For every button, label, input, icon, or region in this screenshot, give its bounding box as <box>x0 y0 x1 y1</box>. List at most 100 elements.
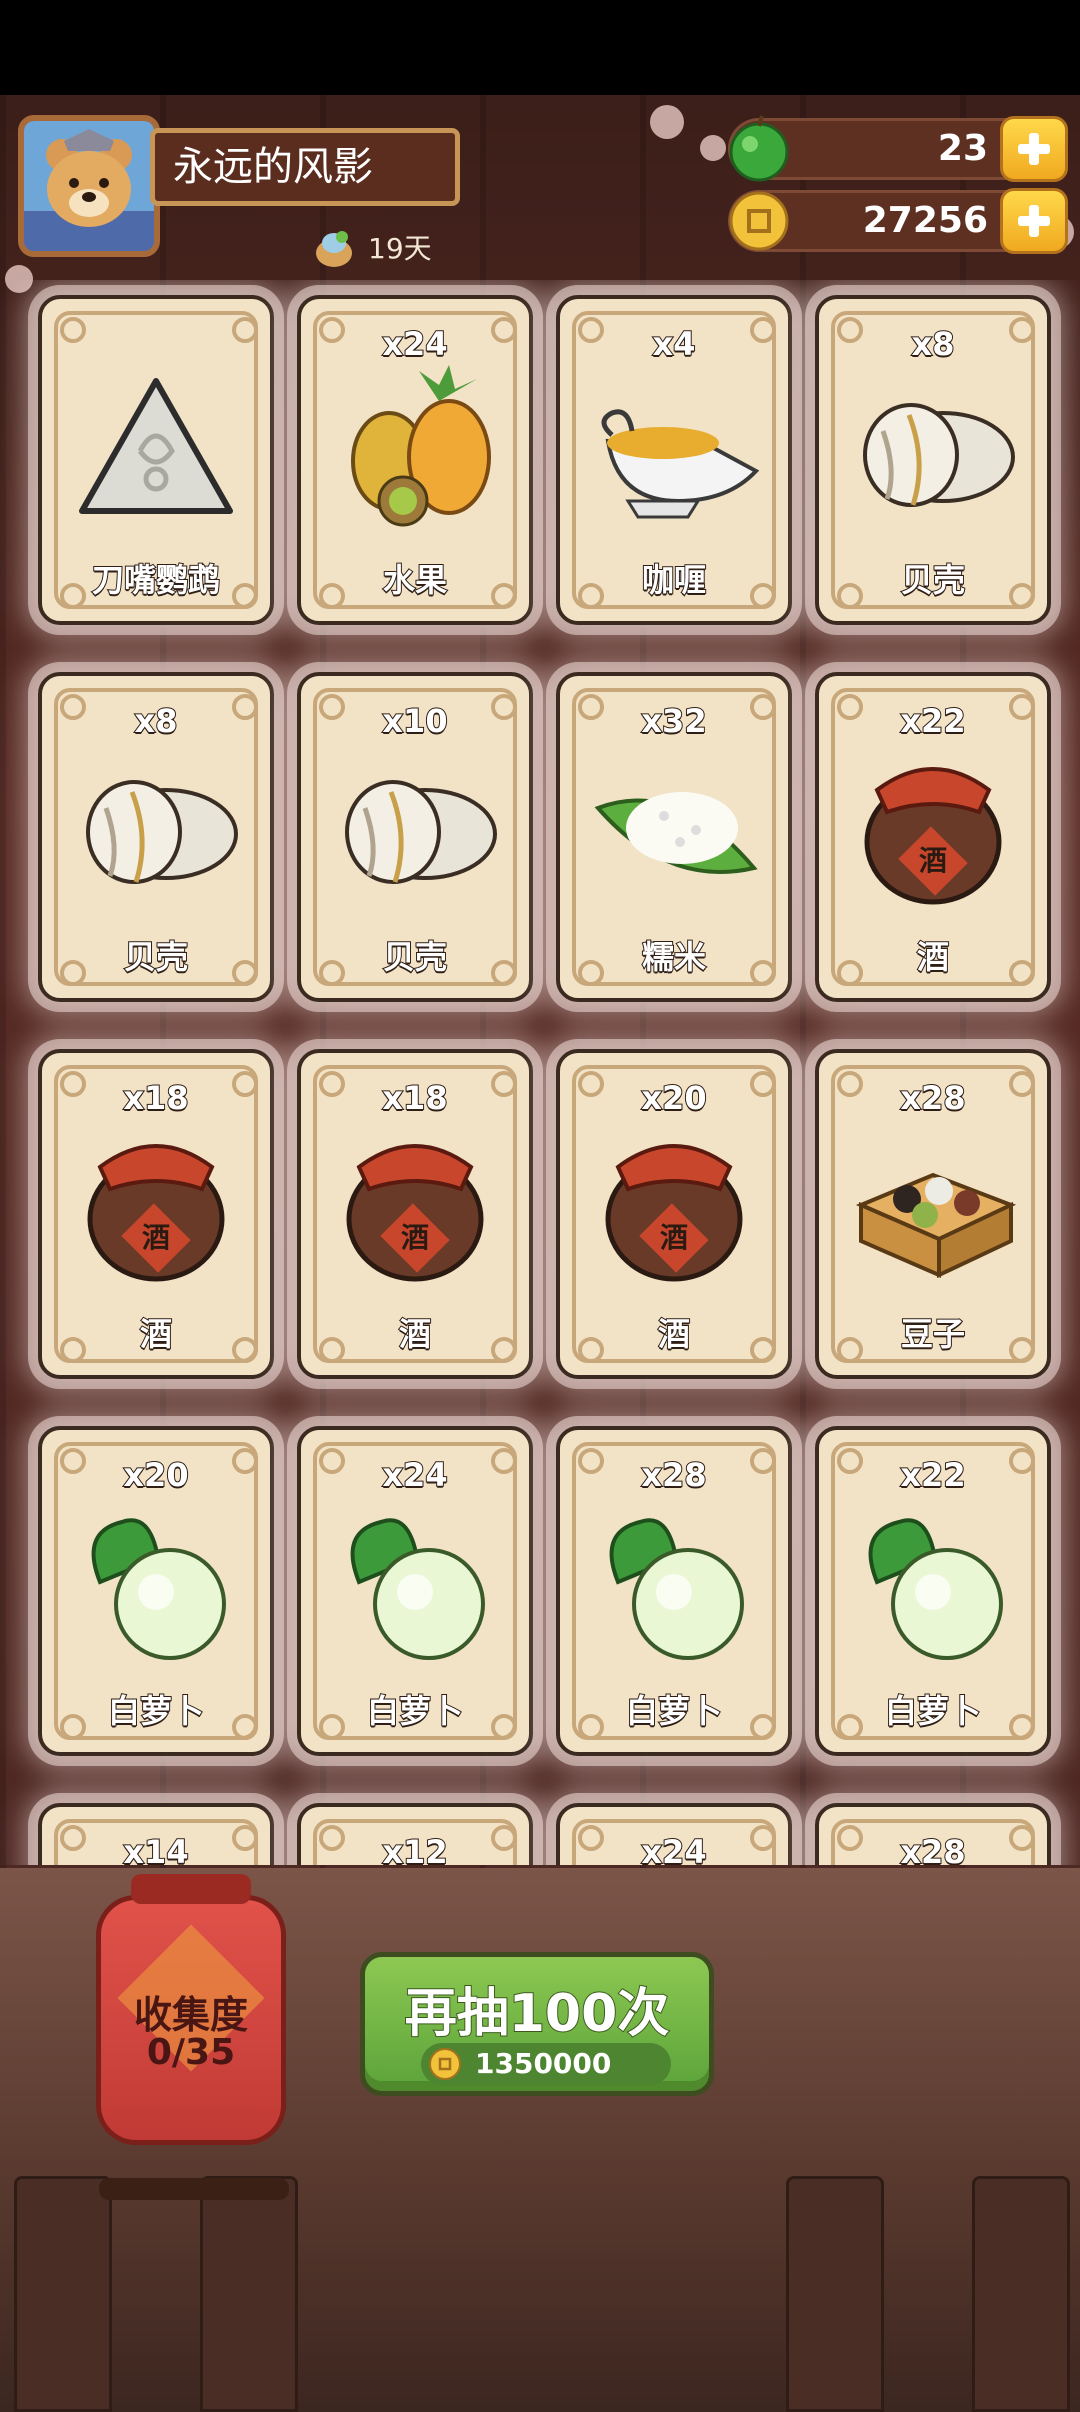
reward-card[interactable]: x4 咖喱 <box>556 295 792 625</box>
clam-shell-icon <box>863 403 1015 507</box>
draw-cost: 1350000 <box>421 2043 671 2085</box>
silver-shell-triangle-icon <box>79 378 233 514</box>
bean-box-icon <box>855 1172 1017 1279</box>
collection-progress: 0/35 <box>146 2032 236 2073</box>
apple-resource: 23 <box>728 115 1068 182</box>
card-count: x24 <box>381 1455 448 1495</box>
wine-jar-icon: 酒 <box>605 1144 743 1282</box>
card-count: x18 <box>122 1078 189 1118</box>
days-text: 19天 <box>368 232 432 265</box>
green-apple-icon <box>729 115 789 182</box>
lantern-cap <box>131 1874 251 1904</box>
card-label: 白萝卜 <box>366 1691 464 1731</box>
collection-title: 收集度 <box>133 1993 248 2037</box>
reward-card[interactable]: 酒 x20 酒 <box>556 1049 792 1379</box>
card-label: 酒 <box>398 1314 432 1354</box>
fence-post <box>200 2176 298 2412</box>
card-label: 白萝卜 <box>625 1691 723 1731</box>
card-count: x22 <box>899 701 966 741</box>
plus-icon <box>1018 205 1050 237</box>
card-count: x18 <box>381 1078 448 1118</box>
reward-card[interactable]: x20 白萝卜 <box>38 1426 274 1756</box>
clam-shell-icon <box>345 780 497 884</box>
player-avatar[interactable] <box>18 115 160 257</box>
card-corner-ornament <box>60 317 86 343</box>
coin-resource: 27256 <box>728 188 1068 254</box>
white-radish-icon <box>868 1518 1003 1660</box>
player-name-plate: 永远的风影 <box>150 128 460 206</box>
white-radish-icon <box>91 1518 226 1660</box>
gold-coin-icon <box>729 191 789 251</box>
card-count: x32 <box>640 701 707 741</box>
card-count: x20 <box>640 1078 707 1118</box>
days-counter: 19天 <box>312 225 432 269</box>
card-label: 水果 <box>382 560 448 600</box>
reward-card[interactable]: 酒 x22 酒 <box>815 672 1051 1002</box>
card-label: 酒 <box>657 1314 691 1354</box>
card-label: 酒 <box>139 1314 173 1354</box>
card-count: x24 <box>381 324 448 364</box>
reward-card-grid: 刀嘴鹦鹉 x24 水果 x4 咖喱 x8 贝壳 x8 贝壳 x10 贝壳 x32 糯米酒 x22 酒酒 x18… <box>0 280 1080 1865</box>
rice-leaf-icon <box>594 792 758 874</box>
card-count: x24 <box>640 1832 707 1865</box>
reward-card[interactable]: 刀嘴鹦鹉 <box>38 295 274 625</box>
draw-again-label: 再抽100次 <box>404 1983 671 2045</box>
reward-card[interactable]: x22 白萝卜 <box>815 1426 1051 1756</box>
blossom-decoration <box>700 135 726 161</box>
reward-card[interactable]: x14 <box>38 1803 274 1865</box>
svg-text:酒: 酒 <box>142 1221 170 1254</box>
fence-post <box>14 2176 112 2412</box>
collection-lantern[interactable]: 收集度 0/35 <box>96 1874 289 2200</box>
svg-text:酒: 酒 <box>401 1221 429 1254</box>
wine-jar-icon: 酒 <box>346 1144 484 1282</box>
reward-card[interactable]: x12 <box>297 1803 533 1865</box>
reward-card[interactable]: 酒 x18 酒 <box>297 1049 533 1379</box>
blossom-decoration <box>650 105 684 139</box>
card-label: 糯米 <box>641 937 707 977</box>
reward-card[interactable]: x32 糯米 <box>556 672 792 1002</box>
reward-card[interactable]: x28 <box>815 1803 1051 1865</box>
draw-cost-value: 1350000 <box>475 2047 612 2080</box>
reward-card[interactable]: x28 豆子 <box>815 1049 1051 1379</box>
card-count: x10 <box>381 701 448 741</box>
card-count: x28 <box>640 1455 707 1495</box>
reward-card[interactable]: x24 水果 <box>297 295 533 625</box>
white-radish-icon <box>609 1518 744 1660</box>
card-count: x14 <box>122 1832 189 1865</box>
gold-coin-icon <box>429 2048 461 2080</box>
clam-shell-icon <box>86 780 238 884</box>
card-label: 贝壳 <box>382 937 448 977</box>
card-count: x12 <box>381 1832 448 1865</box>
reward-card[interactable]: x8 贝壳 <box>815 295 1051 625</box>
reward-card[interactable]: x24 <box>556 1803 792 1865</box>
card-count: x28 <box>899 1078 966 1118</box>
draw-again-button[interactable]: 再抽100次 1350000 <box>360 1952 714 2096</box>
apple-count: 23 <box>937 128 988 169</box>
card-count: x22 <box>899 1455 966 1495</box>
card-count: x8 <box>134 701 179 741</box>
svg-text:酒: 酒 <box>919 844 947 877</box>
card-label: 豆子 <box>900 1314 966 1354</box>
reward-card[interactable]: 酒 x18 酒 <box>38 1049 274 1379</box>
card-label: 咖喱 <box>641 560 707 600</box>
card-count: x20 <box>122 1455 189 1495</box>
player-name: 永远的风影 <box>173 144 373 190</box>
bear-avatar-icon <box>24 121 154 251</box>
curry-gravy-boat-icon <box>601 409 760 519</box>
reward-card[interactable]: x24 白萝卜 <box>297 1426 533 1756</box>
reward-card[interactable]: x8 贝壳 <box>38 672 274 1002</box>
add-coins-button[interactable] <box>1000 188 1068 254</box>
plus-icon <box>1018 133 1050 165</box>
svg-text:酒: 酒 <box>660 1221 688 1254</box>
add-apples-button[interactable] <box>1000 116 1068 182</box>
fence-post <box>972 2176 1070 2412</box>
reward-card[interactable]: x10 贝壳 <box>297 672 533 1002</box>
fruit-icon <box>351 365 491 527</box>
card-count: x4 <box>652 324 697 364</box>
reward-card[interactable]: x28 白萝卜 <box>556 1426 792 1756</box>
fence-post <box>786 2176 884 2412</box>
card-corner-ornament <box>232 317 258 343</box>
wine-jar-icon: 酒 <box>87 1144 225 1282</box>
card-label: 贝壳 <box>900 560 966 600</box>
card-count: x8 <box>911 324 956 364</box>
